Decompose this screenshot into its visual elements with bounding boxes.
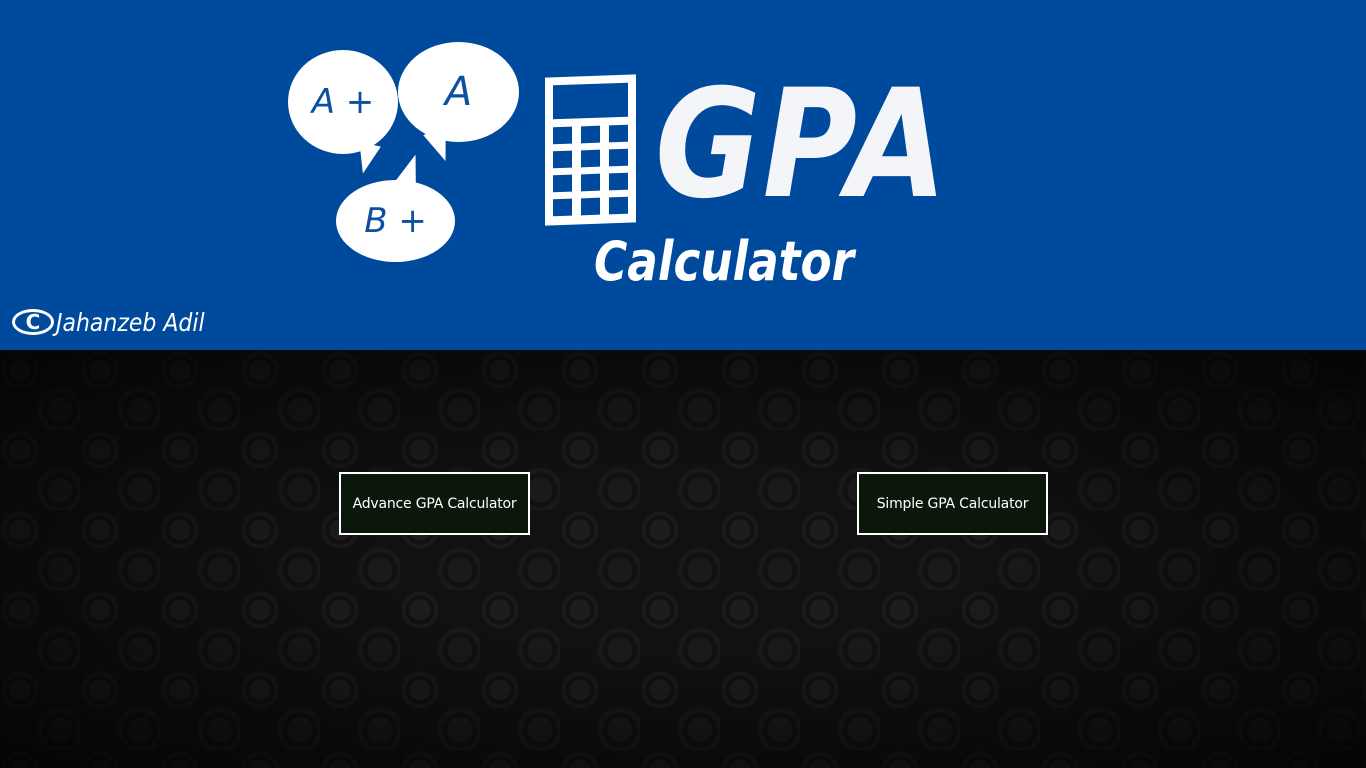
bubble-tail: [353, 142, 381, 176]
bubble-grade-a: A: [444, 69, 473, 115]
speech-bubble-icon: A: [398, 42, 519, 166]
calculator-icon: [545, 74, 636, 226]
simple-gpa-calculator-button[interactable]: Simple GPA Calculator: [857, 472, 1048, 535]
bubble-grade-b-plus: B +: [364, 201, 427, 241]
bubble-tail: [395, 151, 427, 189]
main-panel: Advance GPA Calculator Simple GPA Calcul…: [0, 350, 1366, 768]
logo-subtitle: Calculator: [594, 230, 855, 293]
speech-bubble-icon: B +: [336, 151, 455, 262]
app-header: A + A B + GPA Calculator C Jahanzeb Adil: [0, 0, 1366, 350]
advance-gpa-calculator-button[interactable]: Advance GPA Calculator: [339, 472, 530, 535]
author-name: Jahanzeb Adil: [56, 307, 205, 337]
bubble-tail: [423, 126, 457, 166]
copyright-icon: C: [12, 309, 54, 335]
author-credit: C Jahanzeb Adil: [12, 305, 225, 339]
speech-bubble-icon: A +: [288, 50, 398, 176]
bubble-grade-a-plus: A +: [311, 82, 375, 122]
logo-title: GPA: [655, 58, 949, 232]
